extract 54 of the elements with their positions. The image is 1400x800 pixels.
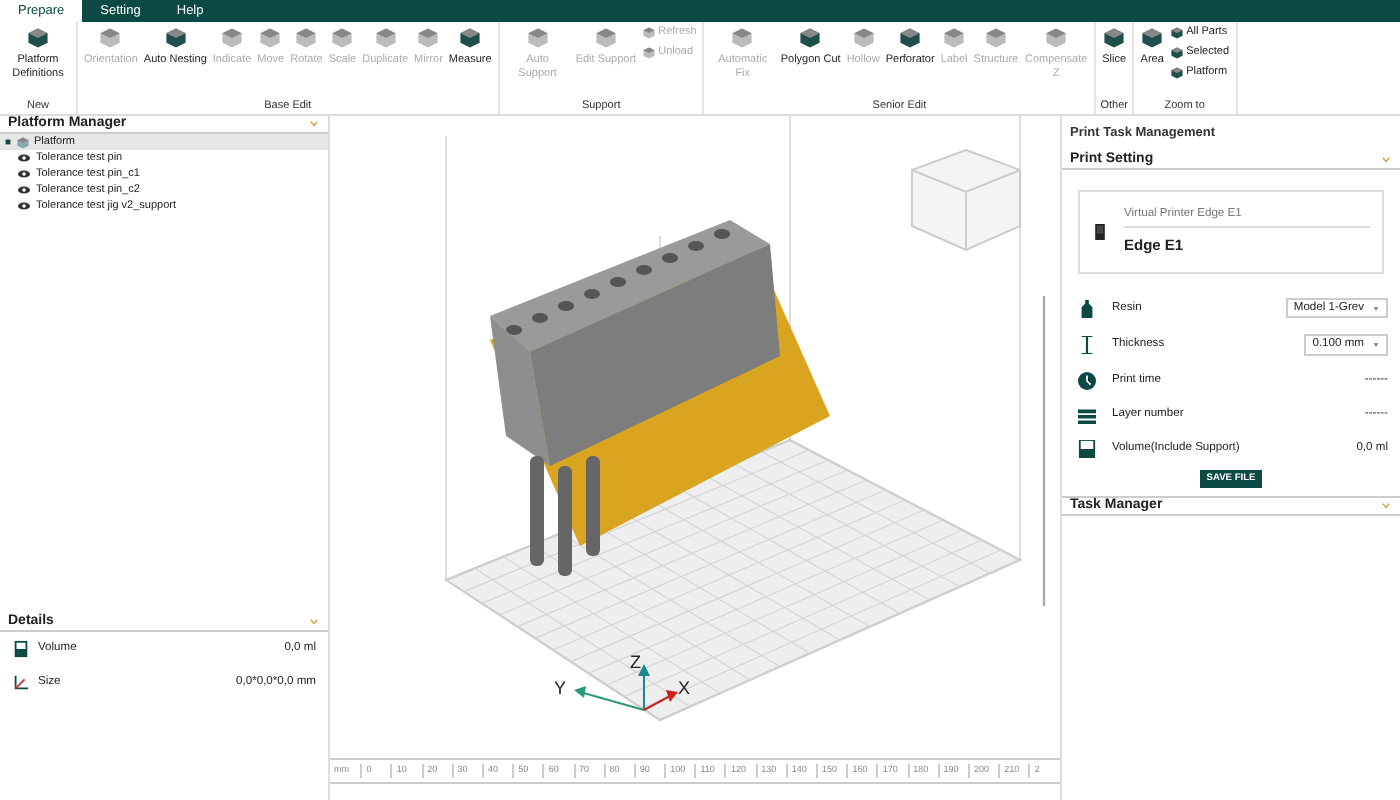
volume-icon [12, 640, 30, 658]
clock-icon [1078, 372, 1096, 391]
cube-icon [416, 26, 441, 50]
volume-icon [1078, 440, 1096, 459]
axis-y-arrow [574, 686, 645, 711]
axis-label: Y [554, 678, 567, 698]
axis-label: X [678, 678, 691, 698]
view-cube-icon[interactable] [911, 148, 1021, 252]
cube-icon [294, 26, 319, 50]
printer-icon [1092, 219, 1108, 244]
cube-icon [525, 26, 550, 50]
cube-icon [373, 26, 398, 50]
cube-icon [642, 46, 657, 60]
cube-icon [851, 26, 876, 50]
cube-icon [798, 26, 823, 50]
cube-icon [1140, 26, 1165, 50]
cube-icon [258, 26, 283, 50]
cube-icon [1102, 26, 1127, 50]
cube-icon [1170, 26, 1185, 40]
cube-icon [458, 26, 483, 50]
chevron-icon[interactable] [1380, 502, 1392, 511]
expander-icon[interactable] [4, 138, 12, 146]
chevron-icon[interactable] [1380, 155, 1392, 164]
layers-icon [1078, 406, 1096, 425]
size-icon [12, 674, 30, 692]
axis-label: Z [630, 652, 641, 672]
axis-z-arrow [638, 664, 650, 711]
axis-x-arrow [643, 690, 678, 711]
cube-icon [642, 26, 657, 40]
chevron-icon[interactable] [308, 120, 320, 128]
cube-icon [898, 26, 923, 50]
thickness-icon [1078, 336, 1096, 355]
cube-icon [593, 26, 618, 50]
cube-icon [26, 26, 50, 50]
eye-icon [16, 168, 32, 180]
caret-icon [1372, 342, 1380, 349]
scrollbar[interactable] [1042, 296, 1046, 606]
platform-icon [16, 135, 30, 149]
eye-icon [16, 184, 32, 196]
cube-icon [983, 26, 1008, 50]
cube-icon [1170, 46, 1185, 60]
caret-icon [1372, 305, 1380, 312]
eye-icon [16, 152, 32, 164]
cube-icon [98, 26, 123, 50]
chevron-icon[interactable] [308, 618, 320, 626]
cube-icon [1170, 66, 1185, 80]
cube-icon [730, 26, 755, 50]
bottle-icon [1078, 299, 1096, 318]
eye-icon [16, 200, 32, 212]
cube-icon [163, 26, 188, 50]
cube-icon [330, 26, 355, 50]
cube-icon [942, 26, 967, 50]
cube-icon [1044, 26, 1069, 50]
cube-icon [220, 26, 245, 50]
